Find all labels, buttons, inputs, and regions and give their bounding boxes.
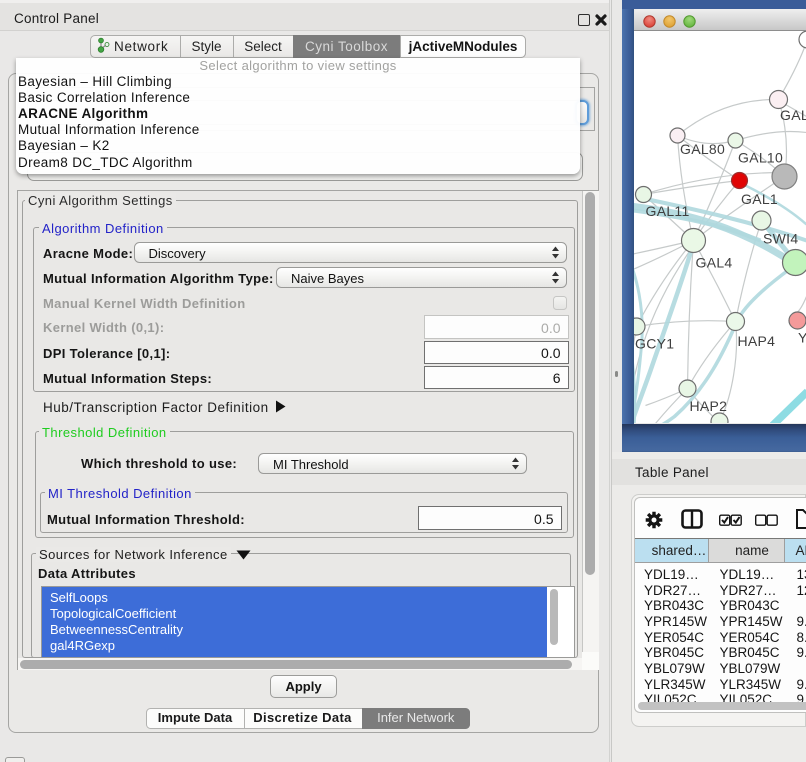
svg-text:GAL2: GAL2 (780, 107, 806, 123)
svg-text:SWI4: SWI4 (763, 230, 798, 246)
svg-text:GAL10: GAL10 (738, 149, 783, 165)
svg-text:HAP2: HAP2 (689, 398, 727, 414)
svg-text:GAL1: GAL1 (741, 191, 778, 207)
svg-text:GCY1: GCY1 (635, 335, 674, 351)
svg-text:Y: Y (798, 329, 806, 345)
svg-text:HAP4: HAP4 (737, 333, 775, 349)
svg-text:GAL80: GAL80 (680, 141, 725, 157)
svg-text:GAL11: GAL11 (645, 203, 689, 219)
svg-text:GAL4: GAL4 (695, 254, 732, 270)
